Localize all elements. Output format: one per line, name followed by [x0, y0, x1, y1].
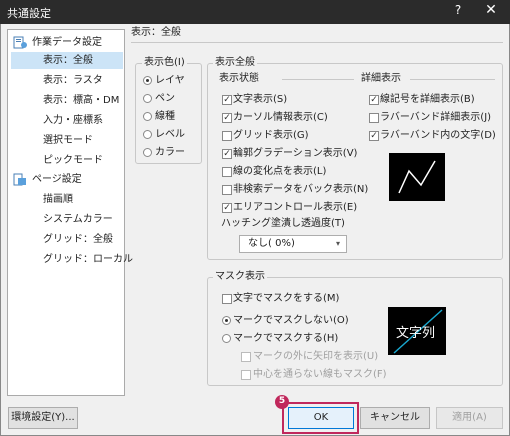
tree-item-label: グリッド：全般 [43, 234, 113, 245]
cb-area-control-label: エリアコントロール表示(E) [233, 202, 358, 213]
radio-layer-label: レイヤ [155, 75, 185, 86]
cb-non-search-back-label: 非検索データをバック表示(N) [233, 184, 369, 195]
radio-pen-label: ペン [155, 93, 175, 104]
radio-level-label: レベル [155, 129, 185, 140]
close-button[interactable]: ✕ [476, 2, 506, 22]
tree-item-page-settings[interactable]: ページ設定 [11, 171, 123, 188]
radio-level[interactable] [143, 130, 152, 139]
radio-color-label: カラー [155, 147, 185, 158]
rubberband-preview-image [389, 153, 445, 201]
cb-non-search-back[interactable] [222, 185, 232, 195]
cancel-button[interactable]: キャンセル [360, 407, 430, 429]
hatch-opacity-value: なし( 0%) [248, 238, 295, 249]
cb-cursor-info[interactable]: ✓ [222, 113, 232, 123]
cb-area-control[interactable]: ✓ [222, 203, 232, 213]
tree-item-label: システムカラー [43, 214, 113, 225]
tree-item-label: 描画順 [43, 194, 73, 205]
detail-separator [410, 79, 495, 80]
cb-rubberband-text[interactable]: ✓ [369, 131, 379, 141]
tree-item-label: 選択モード [43, 135, 93, 146]
cb-rubberband-text-label: ラバーバンド内の文字(D) [380, 130, 496, 141]
ok-button[interactable]: OK [288, 407, 354, 429]
tree-item-label: 入力・座標系 [43, 115, 103, 126]
radio-layer[interactable] [143, 76, 152, 85]
cb-grid-display[interactable] [222, 131, 232, 141]
cb-line-symbol-detail-label: 線記号を詳細表示(B) [380, 94, 475, 105]
cb-mask-noncenter[interactable] [241, 370, 251, 380]
tree-item-work-data[interactable]: 作業データ設定 [11, 34, 123, 51]
cb-outline-gradient[interactable]: ✓ [222, 149, 232, 159]
state-heading: 表示状態 [219, 73, 259, 84]
tree-item-label: ページ設定 [32, 174, 82, 185]
cb-rubberband-detail-label: ラバーバンド詳細表示(J) [380, 112, 492, 123]
cb-cursor-info-label: カーソル情報表示(C) [233, 112, 328, 123]
tree-item-label: 表示：ラスタ [43, 75, 103, 86]
radio-linetype-label: 線種 [155, 111, 175, 122]
cb-text-display[interactable]: ✓ [222, 95, 232, 105]
radio-linetype[interactable] [143, 112, 152, 121]
display-general-group [207, 63, 503, 260]
chevron-down-icon: ▾ [336, 239, 341, 248]
cb-text-mask[interactable] [222, 294, 232, 304]
cb-outline-gradient-label: 輪郭グラデーション表示(V) [233, 148, 358, 159]
tree-item-label: 表示：標高・DM [43, 95, 120, 106]
window-title: 共通設定 [7, 7, 51, 20]
radio-color[interactable] [143, 148, 152, 157]
display-color-legend: 表示色(I) [142, 57, 187, 69]
tree-item-label: 表示：全般 [43, 55, 93, 66]
cb-line-symbol-detail[interactable]: ✓ [369, 95, 379, 105]
environment-settings-button[interactable]: 環境設定(Y)... [8, 407, 78, 429]
title-bar: 共通設定 ? ✕ [0, 0, 510, 24]
cb-arrow-outside[interactable] [241, 352, 251, 362]
page-icon [13, 173, 26, 186]
help-button[interactable]: ? [444, 3, 472, 21]
hatch-opacity-select[interactable]: なし( 0%) ▾ [239, 235, 347, 253]
mask-preview-image: 文字列 [388, 307, 446, 355]
apply-button[interactable]: 適用(A) [436, 407, 503, 429]
cb-arrow-outside-label: マークの外に矢印を表示(U) [253, 351, 379, 362]
tree-item-label: 作業データ設定 [32, 37, 102, 48]
radio-mark-mask-label: マークでマスクする(H) [233, 333, 339, 344]
radio-mark-mask[interactable] [222, 334, 231, 343]
cb-text-display-label: 文字表示(S) [233, 94, 288, 105]
radio-pen[interactable] [143, 94, 152, 103]
detail-heading: 詳細表示 [361, 73, 401, 84]
cb-line-change-points-label: 線の変化点を表示(L) [233, 166, 327, 177]
mask-preview-text: 文字列 [396, 326, 436, 341]
pane-title: 表示：全般 [131, 27, 181, 38]
state-separator [282, 79, 354, 80]
cb-text-mask-label: 文字でマスクをする(M) [233, 293, 340, 304]
cb-rubberband-detail[interactable] [369, 113, 379, 123]
step-badge: 5 [275, 395, 289, 409]
folder-doc-icon [13, 36, 27, 49]
cb-line-change-points[interactable] [222, 167, 232, 177]
tree-item-display-general[interactable]: 表示：全般 [11, 52, 123, 69]
cb-mask-noncenter-label: 中心を通らない線もマスク(F) [253, 369, 387, 380]
radio-no-mark-mask-label: マークでマスクしない(O) [233, 315, 349, 326]
hatch-opacity-label: ハッチング塗潰し透過度(T) [221, 218, 345, 229]
settings-tree[interactable]: 作業データ設定 表示：全般 表示：ラスタ 表示：標高・DM 入力・座標系 選択モ… [7, 29, 133, 396]
radio-no-mark-mask[interactable] [222, 316, 231, 325]
display-general-legend: 表示全般 [213, 57, 257, 69]
cb-grid-display-label: グリッド表示(G) [233, 130, 309, 141]
mask-legend: マスク表示 [213, 271, 267, 283]
tree-item-label: ピックモード [43, 155, 103, 166]
pane-divider [131, 42, 503, 43]
tree-item-label: グリッド：ローカル [43, 254, 133, 265]
